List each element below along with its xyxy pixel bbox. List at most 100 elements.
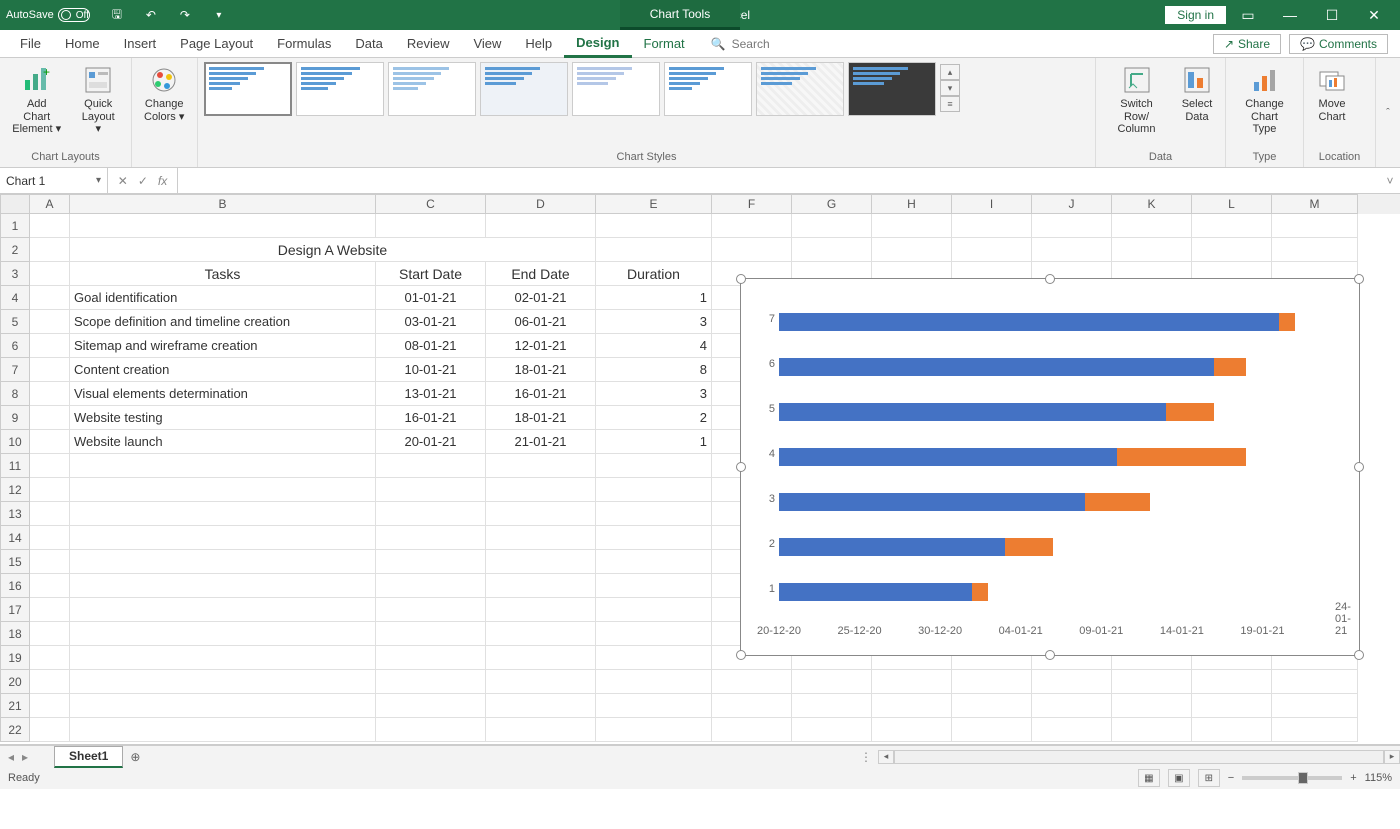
tab-design[interactable]: Design <box>564 30 631 58</box>
row-header-2[interactable]: 2 <box>0 238 30 262</box>
cell[interactable] <box>30 310 70 334</box>
cell[interactable]: 18-01-21 <box>486 358 596 382</box>
cell[interactable]: 16-01-21 <box>376 406 486 430</box>
cell[interactable] <box>486 214 596 238</box>
chart-style-5[interactable] <box>572 62 660 116</box>
cell[interactable] <box>596 238 712 262</box>
tab-view[interactable]: View <box>461 30 513 58</box>
cell[interactable] <box>376 574 486 598</box>
row-header-9[interactable]: 9 <box>0 406 30 430</box>
cell[interactable] <box>1112 238 1192 262</box>
col-header-C[interactable]: C <box>376 194 486 214</box>
cell[interactable]: Visual elements determination <box>70 382 376 406</box>
cell[interactable] <box>30 598 70 622</box>
cell[interactable] <box>792 694 872 718</box>
cell[interactable] <box>70 622 376 646</box>
cell[interactable] <box>30 334 70 358</box>
cell[interactable]: 13-01-21 <box>376 382 486 406</box>
cell[interactable] <box>486 646 596 670</box>
row-header-18[interactable]: 18 <box>0 622 30 646</box>
cell[interactable] <box>952 694 1032 718</box>
cell[interactable] <box>1032 718 1112 742</box>
cell[interactable] <box>376 670 486 694</box>
select-data-button[interactable]: Select Data <box>1175 62 1219 125</box>
cell[interactable]: 06-01-21 <box>486 310 596 334</box>
autosave-toggle[interactable]: AutoSave Off <box>6 8 89 22</box>
cell[interactable]: 08-01-21 <box>376 334 486 358</box>
chart-style-1[interactable] <box>204 62 292 116</box>
cell[interactable] <box>1192 214 1272 238</box>
cell[interactable]: 4 <box>596 334 712 358</box>
cell[interactable] <box>376 454 486 478</box>
chart-style-8[interactable] <box>848 62 936 116</box>
cell[interactable] <box>596 502 712 526</box>
add-chart-element-button[interactable]: + Add Chart Element ▾ <box>6 62 67 138</box>
cell[interactable] <box>30 718 70 742</box>
cell[interactable] <box>1032 694 1112 718</box>
cell[interactable] <box>1192 718 1272 742</box>
cell[interactable] <box>596 214 712 238</box>
sheet-tab-sheet1[interactable]: Sheet1 <box>54 746 123 768</box>
cell[interactable]: 1 <box>596 430 712 454</box>
cell[interactable] <box>486 622 596 646</box>
cell[interactable]: Tasks <box>70 262 376 286</box>
cell[interactable]: Scope definition and timeline creation <box>70 310 376 334</box>
tab-page-layout[interactable]: Page Layout <box>168 30 265 58</box>
chart-style-4[interactable] <box>480 62 568 116</box>
cell[interactable] <box>792 670 872 694</box>
cell[interactable]: Content creation <box>70 358 376 382</box>
cell[interactable] <box>1112 670 1192 694</box>
cell[interactable] <box>486 478 596 502</box>
cell[interactable] <box>30 526 70 550</box>
row-header-12[interactable]: 12 <box>0 478 30 502</box>
cell[interactable] <box>792 214 872 238</box>
cell[interactable] <box>792 718 872 742</box>
cell[interactable] <box>70 526 376 550</box>
col-header-B[interactable]: B <box>70 194 376 214</box>
row-header-17[interactable]: 17 <box>0 598 30 622</box>
cell[interactable]: 2 <box>596 406 712 430</box>
cell[interactable]: 8 <box>596 358 712 382</box>
tab-help[interactable]: Help <box>513 30 564 58</box>
cell[interactable] <box>30 646 70 670</box>
cell[interactable]: 02-01-21 <box>486 286 596 310</box>
cell[interactable] <box>70 574 376 598</box>
fx-icon[interactable]: fx <box>158 174 167 188</box>
share-button[interactable]: ↗Share <box>1213 34 1281 54</box>
minimize-icon[interactable]: — <box>1270 2 1310 28</box>
cell[interactable] <box>30 454 70 478</box>
row-header-6[interactable]: 6 <box>0 334 30 358</box>
enter-icon[interactable]: ✓ <box>138 174 148 188</box>
cell[interactable] <box>712 694 792 718</box>
redo-icon[interactable]: ↷ <box>171 2 199 28</box>
cell[interactable] <box>596 718 712 742</box>
cell[interactable] <box>376 646 486 670</box>
switch-row-column-button[interactable]: Switch Row/ Column <box>1102 62 1171 138</box>
chart-style-7[interactable] <box>756 62 844 116</box>
col-header-G[interactable]: G <box>792 194 872 214</box>
close-icon[interactable]: ✕ <box>1354 2 1394 28</box>
row-header-11[interactable]: 11 <box>0 454 30 478</box>
cell[interactable] <box>1272 214 1358 238</box>
cell[interactable] <box>1272 238 1358 262</box>
view-normal-icon[interactable]: ▦ <box>1138 769 1160 787</box>
cell[interactable] <box>376 502 486 526</box>
sheet-nav-next-icon[interactable]: ▸ <box>22 750 28 764</box>
chart-style-6[interactable] <box>664 62 752 116</box>
plot-area[interactable] <box>779 299 1341 613</box>
tab-format[interactable]: Format <box>632 30 697 58</box>
cell[interactable] <box>70 454 376 478</box>
cell[interactable] <box>1192 694 1272 718</box>
cell[interactable] <box>30 262 70 286</box>
cell[interactable]: Start Date <box>376 262 486 286</box>
horizontal-scrollbar[interactable]: ⋮ ◂▸ <box>860 749 1400 765</box>
change-colors-button[interactable]: Change Colors ▾ <box>138 62 190 125</box>
cell[interactable] <box>30 574 70 598</box>
new-sheet-button[interactable]: ⊕ <box>123 750 147 764</box>
collapse-ribbon-icon[interactable]: ˆ <box>1376 58 1400 167</box>
cell[interactable] <box>596 670 712 694</box>
cell[interactable] <box>486 574 596 598</box>
cell[interactable] <box>486 502 596 526</box>
cell[interactable] <box>596 598 712 622</box>
select-all-corner[interactable] <box>0 194 30 214</box>
